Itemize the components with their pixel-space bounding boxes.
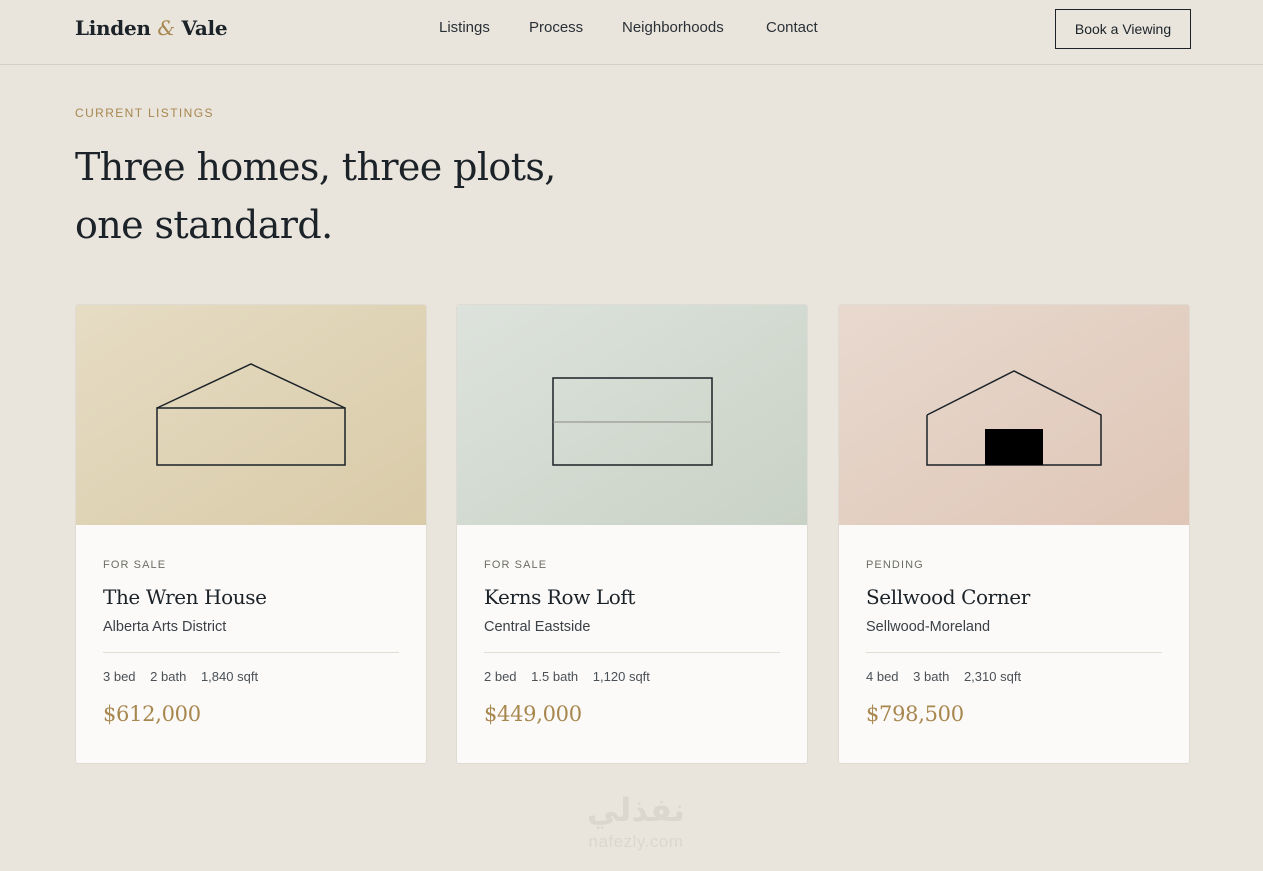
house-with-door-icon — [839, 305, 1189, 525]
listing-price: $612,000 — [103, 702, 201, 726]
listing-details: FOR SALE Kerns Row Loft Central Eastside… — [457, 525, 807, 763]
spec-area: 2,310 sqft — [963, 669, 1022, 684]
listing-card-sellwood-corner[interactable]: PENDING Sellwood Corner Sellwood-Morelan… — [838, 304, 1190, 764]
page: Linden & Vale Listings Process Neighborh… — [0, 0, 1263, 871]
listing-location: Sellwood-Moreland — [866, 619, 991, 635]
section-eyebrow: CURRENT LISTINGS — [75, 106, 214, 120]
loft-outline-icon — [457, 305, 807, 525]
listing-card-wren-house[interactable]: FOR SALE The Wren House Alberta Arts Dis… — [75, 304, 427, 764]
card-divider — [103, 652, 399, 653]
listing-title: Kerns Row Loft — [484, 585, 636, 609]
house-outline-icon — [76, 305, 426, 525]
book-viewing-button[interactable]: Book a Viewing — [1055, 9, 1191, 49]
nav-item-neighborhoods[interactable]: Neighborhoods — [622, 19, 724, 36]
spec-area: 1,840 sqft — [200, 669, 259, 684]
listing-price: $449,000 — [484, 702, 582, 726]
spec-beds: 2 bed — [484, 669, 517, 684]
watermark: نفذلي nafezly.com — [556, 790, 716, 854]
listing-card-kerns-row-loft[interactable]: FOR SALE Kerns Row Loft Central Eastside… — [456, 304, 808, 764]
listing-image — [457, 305, 807, 525]
status-badge: FOR SALE — [484, 559, 548, 571]
listing-specs: 3 bed 2 bath 1,840 sqft — [103, 669, 269, 684]
watermark-url: nafezly.com — [588, 832, 684, 851]
listing-title: The Wren House — [103, 585, 267, 609]
spec-baths: 2 bath — [150, 669, 187, 684]
nav-item-contact[interactable]: Contact — [766, 19, 818, 36]
nav-item-process[interactable]: Process — [529, 19, 583, 36]
listing-details: FOR SALE The Wren House Alberta Arts Dis… — [76, 525, 426, 763]
site-header: Linden & Vale Listings Process Neighborh… — [0, 0, 1263, 65]
listing-image — [76, 305, 426, 525]
page-title: Three homes, three plots, one standard. — [75, 145, 556, 247]
card-divider — [484, 652, 780, 653]
listing-location: Alberta Arts District — [103, 619, 227, 635]
spec-area: 1,120 sqft — [592, 669, 650, 684]
listing-location: Central Eastside — [484, 619, 591, 635]
listing-title: Sellwood Corner — [866, 585, 1030, 609]
status-badge: PENDING — [866, 559, 924, 571]
nav-item-listings[interactable]: Listings — [439, 19, 490, 36]
spec-beds: 4 bed — [866, 669, 899, 684]
spec-beds: 3 bed — [103, 669, 136, 684]
spec-baths: 3 bath — [913, 669, 950, 684]
status-badge: FOR SALE — [103, 559, 167, 571]
card-divider — [866, 652, 1162, 653]
watermark-arabic: نفذلي — [587, 791, 685, 829]
listing-details: PENDING Sellwood Corner Sellwood-Morelan… — [839, 525, 1189, 763]
listing-image — [839, 305, 1189, 525]
spec-baths: 1.5 bath — [531, 669, 579, 684]
listing-specs: 2 bed 1.5 bath 1,120 sqft — [484, 669, 661, 684]
listing-price: $798,500 — [866, 702, 964, 726]
listing-specs: 4 bed 3 bath 2,310 sqft — [866, 669, 1032, 684]
